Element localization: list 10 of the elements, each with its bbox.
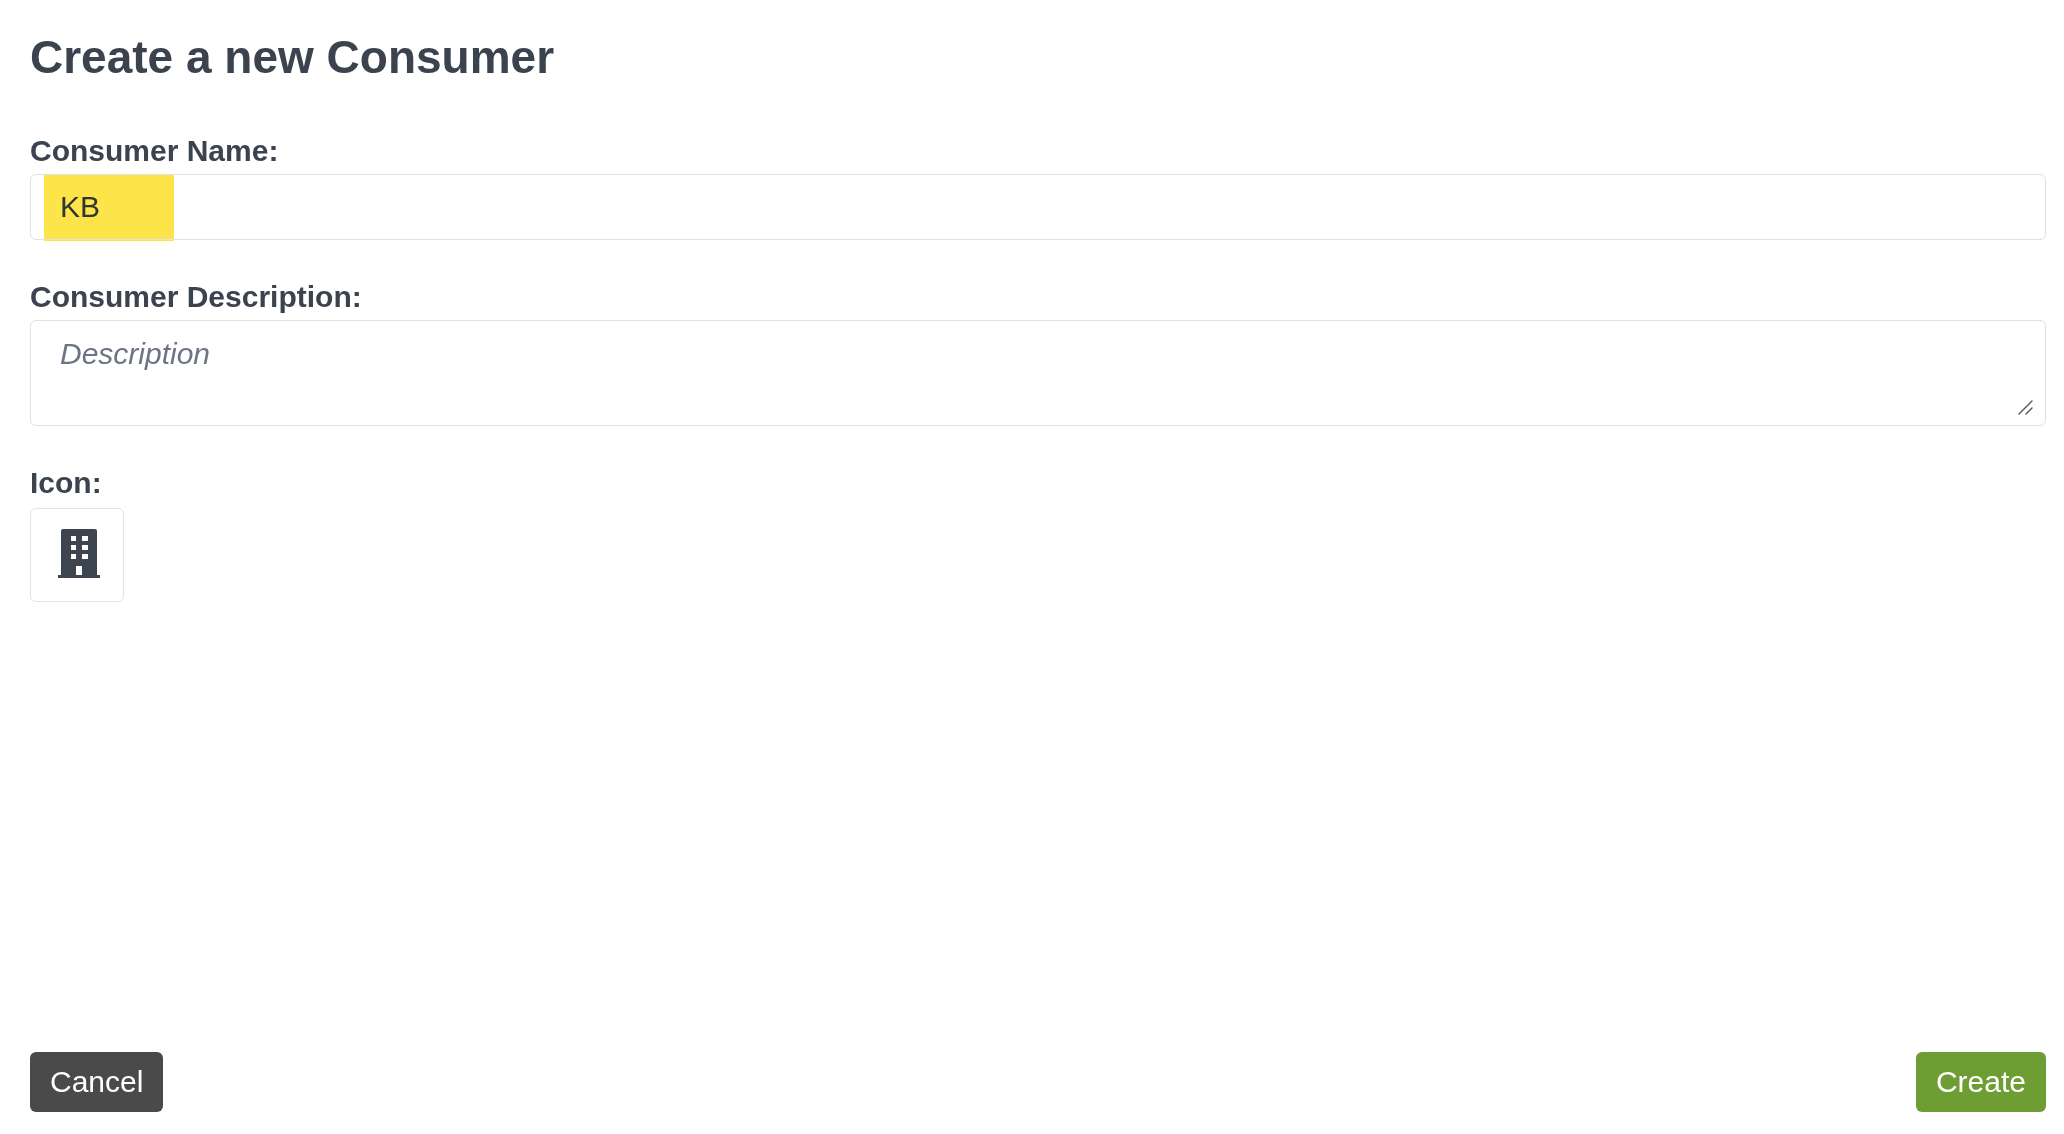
textarea-field[interactable]: Description <box>30 320 2046 427</box>
cancel-button[interactable]: Cancel <box>30 1052 164 1112</box>
page-title: Create a new Consumer <box>30 30 555 85</box>
input-field[interactable]: KB <box>30 174 2046 241</box>
field-label: Consumer Name: <box>30 133 279 170</box>
icon-picker-button[interactable] <box>30 508 124 603</box>
building-icon <box>57 529 100 579</box>
field-label: Consumer Description: <box>30 279 362 316</box>
field-label: Icon: <box>30 465 102 502</box>
resize-handle-icon[interactable] <box>2018 400 2033 416</box>
